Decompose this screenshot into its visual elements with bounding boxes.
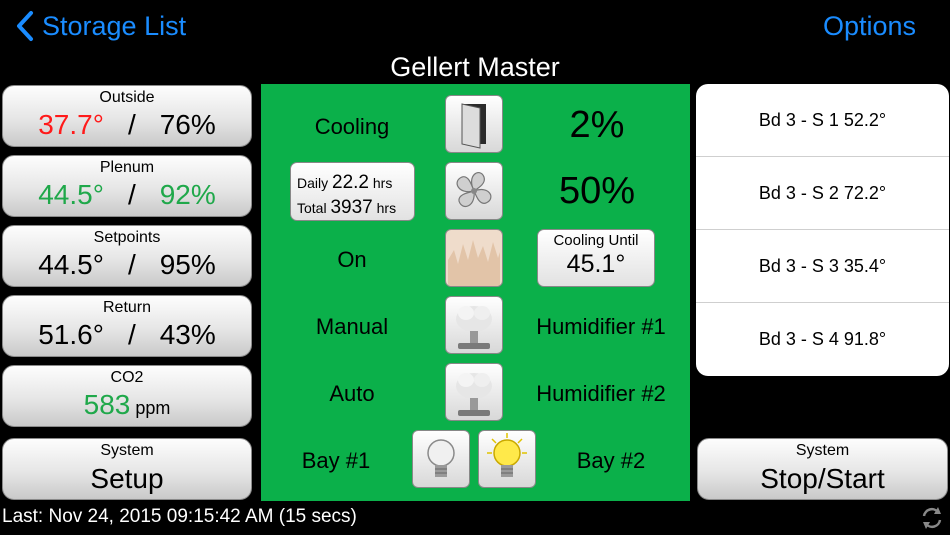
outside-tile[interactable]: Outside 37.7° / 76%	[2, 85, 252, 147]
outside-label: Outside	[99, 89, 155, 106]
cooling-until-label: Cooling Until	[553, 232, 639, 249]
co2-value: 583	[83, 389, 131, 420]
heat-state: On	[337, 247, 367, 272]
fan-total-label: Total	[297, 200, 327, 216]
return-tile[interactable]: Return 51.6° / 43%	[2, 295, 252, 357]
cooling-label: Cooling	[314, 114, 390, 139]
plenum-label: Plenum	[99, 159, 155, 176]
chevron-left-icon	[17, 11, 33, 41]
cooling-door-icon[interactable]	[445, 95, 503, 153]
sensor-list: Bd 3 - S 1 52.2° Bd 3 - S 2 72.2° Bd 3 -…	[696, 84, 949, 376]
setpoints-separator: /	[127, 249, 136, 280]
setpoints-temp: 44.5°	[38, 249, 104, 280]
sensor-row[interactable]: Bd 3 - S 2 72.2°	[696, 157, 949, 230]
back-button[interactable]: Storage List	[16, 8, 186, 44]
fan-daily-unit: hrs	[372, 175, 393, 191]
humidifier1-mode: Manual	[315, 314, 389, 339]
outside-temp: 37.7°	[38, 109, 104, 140]
heat-icon[interactable]	[445, 229, 503, 287]
fan-daily-label: Daily	[297, 175, 329, 191]
fan-hours-box: Daily 22.2 hrs Total 3937 hrs	[290, 162, 415, 221]
humidifier1-icon[interactable]	[445, 296, 503, 354]
plenum-separator: /	[127, 179, 136, 210]
setpoints-humidity: 95%	[159, 249, 216, 280]
fan-total-unit: hrs	[376, 200, 397, 216]
bay2-bulb-icon[interactable]	[478, 430, 536, 488]
co2-tile[interactable]: CO2 583 ppm	[2, 365, 252, 427]
page-title: Gellert Master	[390, 52, 560, 82]
system-stop-label: System	[795, 442, 850, 459]
cooling-until-value: 45.1°	[566, 250, 626, 278]
navigation-bar: Storage List Options	[0, 0, 950, 52]
sensor-row[interactable]: Bd 3 - S 1 52.2°	[696, 84, 949, 157]
system-stop-start-button[interactable]: System Stop/Start	[697, 438, 948, 500]
back-button-label: Storage List	[42, 10, 187, 41]
return-humidity: 43%	[159, 319, 216, 350]
plenum-tile[interactable]: Plenum 44.5° / 92%	[2, 155, 252, 217]
refresh-icon[interactable]	[920, 506, 944, 535]
outside-humidity: 76%	[159, 109, 216, 140]
fan-percent: 50%	[558, 170, 636, 212]
cooling-until-box[interactable]: Cooling Until 45.1°	[537, 229, 655, 287]
bay2-label: Bay #2	[576, 448, 646, 473]
setpoints-label: Setpoints	[93, 229, 161, 246]
system-setup-button[interactable]: System Setup	[2, 438, 252, 500]
setpoints-tile[interactable]: Setpoints 44.5° / 95%	[2, 225, 252, 287]
return-temp: 51.6°	[38, 319, 104, 350]
plenum-temp: 44.5°	[38, 179, 104, 210]
outside-separator: /	[127, 109, 136, 140]
options-button[interactable]: Options	[823, 8, 916, 44]
plenum-humidity: 92%	[159, 179, 216, 210]
fan-daily-value: 22.2	[332, 172, 369, 193]
system-stop-action: Stop/Start	[760, 463, 885, 494]
humidifier2-icon[interactable]	[445, 363, 503, 421]
fan-icon[interactable]	[445, 162, 503, 220]
bay1-label: Bay #1	[301, 448, 371, 473]
equipment-panel: Cooling 2% Daily 22.2 hrs Total 3937 hrs	[261, 84, 690, 501]
fan-total-value: 3937	[330, 197, 373, 218]
bay1-bulb-icon[interactable]	[412, 430, 470, 488]
sensor-row[interactable]: Bd 3 - S 4 91.8°	[696, 303, 949, 376]
system-setup-action: Setup	[90, 463, 164, 494]
co2-label: CO2	[110, 369, 144, 386]
sensor-row[interactable]: Bd 3 - S 3 35.4°	[696, 230, 949, 303]
last-update-status: Last: Nov 24, 2015 09:15:42 AM (15 secs)	[2, 506, 357, 527]
humidifier2-mode: Auto	[329, 381, 375, 406]
return-separator: /	[127, 319, 136, 350]
co2-unit: ppm	[135, 398, 171, 418]
cooling-percent: 2%	[569, 104, 625, 146]
return-label: Return	[102, 299, 152, 316]
system-setup-label: System	[100, 442, 154, 459]
humidifier2-label: Humidifier #2	[536, 381, 666, 406]
humidifier1-label: Humidifier #1	[536, 314, 666, 339]
